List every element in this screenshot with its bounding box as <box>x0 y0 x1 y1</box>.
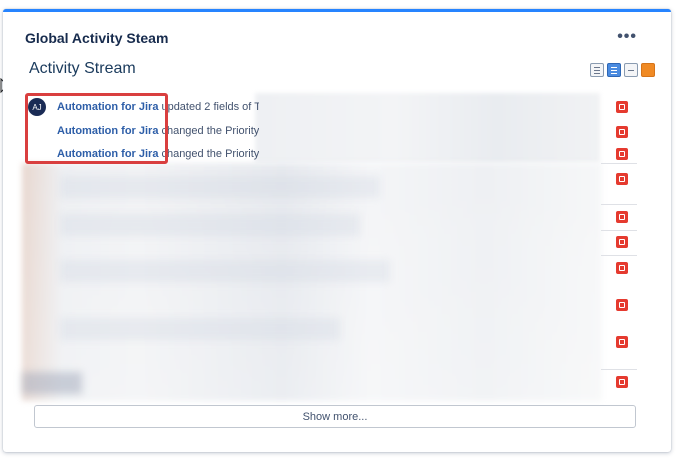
edit-icon[interactable] <box>616 101 628 113</box>
edit-icon[interactable] <box>616 299 628 311</box>
edit-icon[interactable] <box>616 173 628 185</box>
edit-icon[interactable] <box>616 211 628 223</box>
divider <box>601 369 637 370</box>
blurred-content <box>60 318 340 340</box>
divider <box>601 204 637 205</box>
rss-icon[interactable] <box>641 63 655 77</box>
show-more-button[interactable]: Show more... <box>34 405 636 428</box>
more-options-button[interactable]: ••• <box>617 28 637 46</box>
blurred-content <box>60 260 390 282</box>
filter-icon[interactable] <box>624 63 638 77</box>
edit-icon[interactable] <box>616 148 628 160</box>
activity-text: changed the Priority <box>161 125 259 137</box>
highlight-box <box>25 93 168 164</box>
stream-title: Activity Stream <box>29 60 136 77</box>
edit-icon[interactable] <box>616 262 628 274</box>
list-view-icon[interactable] <box>590 63 604 77</box>
blurred-content <box>60 176 380 198</box>
activity-text: changed the Priority <box>161 148 259 160</box>
view-toolbar <box>590 63 655 77</box>
divider <box>601 255 637 256</box>
blurred-content <box>22 163 602 401</box>
divider <box>601 163 637 164</box>
blurred-content <box>255 93 600 163</box>
blurred-content <box>22 372 82 394</box>
gadget-title: Global Activity Steam <box>25 30 169 46</box>
edit-icon[interactable] <box>616 376 628 388</box>
detailed-view-icon[interactable] <box>607 63 621 77</box>
activity-text: updated 2 fields of T <box>161 101 259 113</box>
edit-icon[interactable] <box>616 126 628 138</box>
blurred-content <box>60 214 360 236</box>
edit-icon[interactable] <box>616 336 628 348</box>
divider <box>601 230 637 231</box>
edit-icon[interactable] <box>616 236 628 248</box>
